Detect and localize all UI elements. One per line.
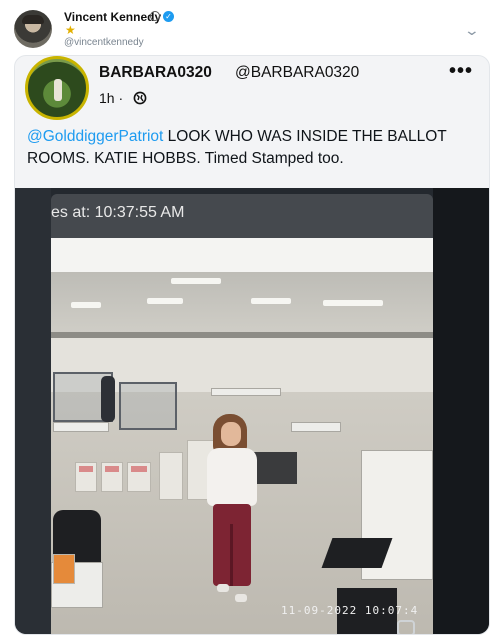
tweet-text: @GolddiggerPatriot LOOK WHO WAS INSIDE T… <box>27 126 479 170</box>
more-options-icon[interactable]: ••• <box>449 60 473 83</box>
quoted-timestamp: 1h · <box>99 90 123 106</box>
shoe <box>235 594 247 602</box>
quoted-author-name[interactable]: BARBARA0320 <box>99 64 212 82</box>
cctv-frame: 11-09-2022 10:07:4 <box>51 272 433 634</box>
screenshot-root: Vincent Kennedy ✓ ★ @vincentkennedy ⌄ BA… <box>0 0 501 640</box>
shoe <box>217 584 229 592</box>
desk <box>53 422 109 432</box>
woman-top <box>207 448 257 506</box>
ballot-bin <box>127 462 151 492</box>
camera-timestamp: 11-09-2022 10:07:4 <box>281 604 419 617</box>
author-name[interactable]: Vincent Kennedy <box>64 10 161 24</box>
ballot-bin <box>159 452 183 500</box>
separator-dot: · <box>118 90 124 106</box>
star-icon: ★ <box>65 23 76 37</box>
laptop <box>321 538 393 568</box>
avatar[interactable] <box>14 10 52 48</box>
ballot-bin <box>101 462 123 492</box>
woman-pants <box>213 504 251 586</box>
quoted-author-handle[interactable]: @BARBARA0320 <box>235 64 359 82</box>
ballot-rack <box>119 382 177 430</box>
scroll-icon[interactable] <box>397 620 415 634</box>
media-left-band <box>15 188 51 634</box>
quoted-tweet-card[interactable]: BARBARA0320 @BARBARA0320 1h · ••• @Goldd… <box>14 55 490 635</box>
media-strip <box>51 238 433 272</box>
badge-icon <box>150 11 160 21</box>
verified-icon: ✓ <box>163 11 174 22</box>
mention-link[interactable]: @GolddiggerPatriot <box>27 128 163 145</box>
time-label: 1h <box>99 90 115 106</box>
ceiling-light <box>251 298 291 304</box>
tweet-media[interactable]: es at: 10:37:55 AM 11-09-2022 10:07:4 <box>15 188 489 634</box>
media-right-band <box>433 188 489 634</box>
desk <box>211 388 281 396</box>
ceiling-light <box>147 298 183 304</box>
chevron-down-icon[interactable]: ⌄ <box>464 22 480 39</box>
quoted-avatar[interactable] <box>25 56 89 120</box>
woman-face <box>221 422 241 446</box>
ceiling-light <box>71 302 101 308</box>
folder <box>53 554 75 584</box>
beam <box>51 332 433 338</box>
globe-icon <box>133 91 147 105</box>
ballot-bin <box>75 462 97 492</box>
person-background <box>101 376 115 422</box>
author-handle[interactable]: @vincentkennedy <box>64 37 144 48</box>
ceiling-light <box>171 278 221 284</box>
ceiling-light <box>323 300 383 306</box>
desk <box>291 422 341 432</box>
caption-timestamp: es at: 10:37:55 AM <box>51 204 185 221</box>
